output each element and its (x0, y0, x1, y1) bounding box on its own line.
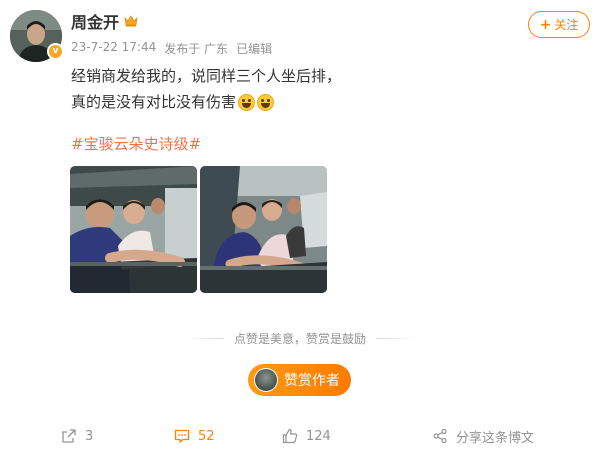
post-text-line: 真的是没有对比没有伤害 (71, 89, 571, 115)
author-name[interactable]: 周金开 (71, 9, 119, 33)
verified-badge-icon: v (47, 43, 64, 60)
repost-icon (62, 429, 76, 443)
post-datetime[interactable]: 23-7-22 17:44 (71, 40, 156, 57)
verified-badge-text: v (52, 46, 59, 56)
thumbs-up-icon (282, 428, 298, 444)
follow-button[interactable]: + 关注 (528, 11, 590, 38)
post-text-line-1: 经销商发给我的，说同样三个人坐后排， (71, 67, 342, 85)
action-bar: 3 52 124 分享这条博文 (0, 424, 600, 448)
post-location: 发布于 广东 (164, 42, 229, 56)
crown-icon (124, 15, 138, 27)
divider-line-right (376, 337, 416, 339)
divider-line-left (183, 337, 224, 339)
post-text-line: 经销商发给我的，说同样三个人坐后排， (71, 63, 571, 89)
reward-author-button[interactable]: 赞赏作者 (248, 364, 351, 396)
share-button[interactable]: 分享这条博文 (432, 424, 534, 448)
repost-button[interactable]: 3 (61, 424, 93, 448)
author-avatar-wrap[interactable]: v (10, 10, 64, 62)
comment-button[interactable]: 52 (174, 424, 215, 448)
divider-text: 点赞是美意，赞赏是鼓励 (233, 331, 366, 346)
comment-count: 52 (198, 428, 215, 444)
plus-icon: + (539, 16, 552, 33)
photo-people-in-car-2[interactable] (200, 166, 327, 293)
follow-label: 关注 (554, 18, 579, 32)
reward-label: 赞赏作者 (284, 373, 340, 389)
post-text: 经销商发给我的，说同样三个人坐后排， 真的是没有对比没有伤害 (71, 63, 571, 115)
post-meta: 23-7-22 17:44 发布于 广东 已编辑 (71, 40, 272, 57)
post-text-line-2: 真的是没有对比没有伤害 (71, 93, 237, 111)
laugh-tears-emoji (257, 93, 275, 111)
share-icon (433, 428, 447, 444)
photo-people-in-car-1[interactable] (70, 166, 197, 293)
post-edited-label[interactable]: 已编辑 (236, 40, 272, 57)
author-row: 周金开 (71, 9, 138, 33)
like-button[interactable]: 124 (282, 424, 331, 448)
repost-count: 3 (85, 428, 94, 444)
laugh-tears-emoji (238, 93, 256, 111)
like-count: 124 (306, 428, 331, 444)
reward-divider: 点赞是美意，赞赏是鼓励 (0, 330, 600, 346)
share-label: 分享这条博文 (456, 430, 535, 446)
comment-icon (174, 429, 190, 443)
hashtag-link[interactable]: #宝骏云朵史诗级# (71, 134, 201, 154)
reward-avatar (254, 368, 278, 392)
